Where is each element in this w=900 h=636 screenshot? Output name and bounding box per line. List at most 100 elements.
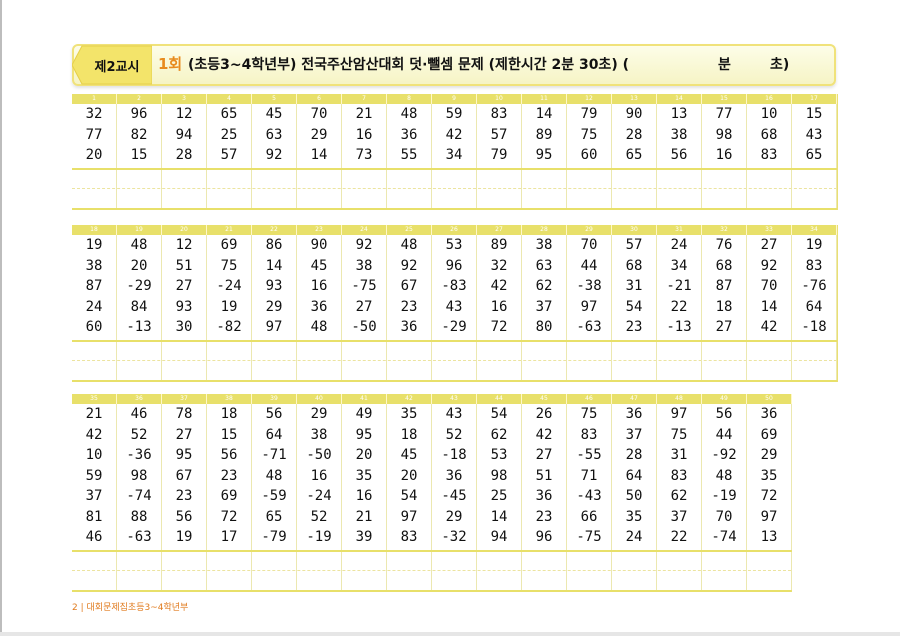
problem-value: 42 xyxy=(490,278,508,294)
answer-cell-divider xyxy=(296,169,297,208)
problem-column: 53 96 -83 43 -29 xyxy=(432,235,477,340)
problem-value: 96 xyxy=(130,106,148,122)
problem-value: 19 xyxy=(175,529,193,545)
problem-column: 19 83 -76 64 -18 xyxy=(792,235,837,340)
problem-value: 19 xyxy=(220,298,238,315)
problem-value: 95 xyxy=(535,147,553,163)
problem-value: 44 xyxy=(715,426,733,443)
problem-value: 20 xyxy=(130,257,148,274)
problem-value: 78 xyxy=(175,406,193,422)
problem-value: 70 xyxy=(760,278,778,294)
footer-text: 대회문제집초등3~4학년부 xyxy=(86,603,189,613)
problem-value: 87 xyxy=(715,278,733,294)
problem-value: 56 xyxy=(715,406,733,422)
problem-value: 93 xyxy=(265,278,283,294)
problem-value: 44 xyxy=(580,257,598,274)
answer-cell-divider xyxy=(791,169,792,208)
problem-value: 28 xyxy=(625,126,643,143)
answer-cell-divider xyxy=(296,551,297,590)
problem-number: 7 xyxy=(342,94,387,104)
answer-cell-divider xyxy=(161,551,162,590)
problem-value: 95 xyxy=(175,447,193,463)
problem-value: 59 xyxy=(445,106,463,122)
problem-value: -38 xyxy=(576,278,602,294)
problem-column: 27 92 70 14 42 xyxy=(747,235,792,340)
problem-number: 43 xyxy=(432,394,477,404)
problem-value: 39 xyxy=(355,529,373,545)
problem-value: 63 xyxy=(265,126,283,143)
problem-value: 42 xyxy=(445,126,463,143)
problem-value: -92 xyxy=(711,447,737,463)
problem-value: 38 xyxy=(670,126,688,143)
problem-value: 72 xyxy=(490,319,508,335)
problem-number: 14 xyxy=(657,94,702,104)
problem-value: 72 xyxy=(220,508,238,525)
problem-value: 83 xyxy=(760,147,778,163)
problem-value: -13 xyxy=(126,319,152,335)
problem-column: 78 27 95 67 23 56 19 xyxy=(162,404,207,550)
problem-value: -75 xyxy=(576,529,602,545)
problem-number: 44 xyxy=(477,394,522,404)
problem-value: 17 xyxy=(220,529,238,545)
problem-value: 50 xyxy=(625,488,643,504)
problem-value: -83 xyxy=(441,278,467,294)
problem-column: 48 92 67 23 36 xyxy=(387,235,432,340)
answer-cell-divider xyxy=(341,341,342,380)
problem-value: 23 xyxy=(175,488,193,504)
problem-number: 26 xyxy=(432,225,477,235)
problem-value: 22 xyxy=(670,529,688,545)
problem-value: 51 xyxy=(535,467,553,484)
problem-value: 65 xyxy=(265,508,283,525)
problem-column: 29 38 -50 16 -24 52 -19 xyxy=(297,404,342,550)
answer-row[interactable] xyxy=(72,167,837,210)
answer-guide-line xyxy=(72,187,837,189)
problem-value: -43 xyxy=(576,488,602,504)
problem-number: 36 xyxy=(117,394,162,404)
answer-cell-divider xyxy=(566,341,567,380)
problem-value: 14 xyxy=(760,298,778,315)
problem-column: 45 63 92 xyxy=(252,104,297,168)
problem-value: 48 xyxy=(400,237,418,253)
problem-column: 36 69 29 35 72 97 13 xyxy=(747,404,792,550)
problem-value: 54 xyxy=(400,488,418,504)
problem-column: 96 82 15 xyxy=(117,104,162,168)
problem-value: 46 xyxy=(85,529,103,545)
problem-value: 93 xyxy=(175,298,193,315)
problem-value: 27 xyxy=(715,319,733,335)
problem-value: 38 xyxy=(85,257,103,274)
answer-cell-divider xyxy=(746,169,747,208)
problem-value: 83 xyxy=(805,257,823,274)
problem-value: 27 xyxy=(535,447,553,463)
problem-value: 62 xyxy=(535,278,553,294)
answer-cell-divider xyxy=(386,169,387,208)
answer-row[interactable] xyxy=(72,339,837,382)
problem-column: 77 98 16 xyxy=(702,104,747,168)
problem-number: 29 xyxy=(567,225,612,235)
problem-value: 64 xyxy=(625,467,643,484)
problem-value: 36 xyxy=(400,126,418,143)
problem-column: 48 36 55 xyxy=(387,104,432,168)
problem-value: 83 xyxy=(490,106,508,122)
answer-cell-divider xyxy=(341,551,342,590)
problem-value: 69 xyxy=(220,488,238,504)
answer-cell-divider xyxy=(701,169,702,208)
problem-value: 96 xyxy=(535,529,553,545)
problem-column: 18 15 56 23 69 72 17 xyxy=(207,404,252,550)
answer-row[interactable] xyxy=(72,549,792,592)
problem-block-2: 18 19 20 21 22 23 24 25 26 27 28 29 30 31 32 33 34 19 38 87… xyxy=(72,225,838,382)
problem-value: 36 xyxy=(625,406,643,422)
problem-value: 35 xyxy=(400,406,418,422)
problem-value: 16 xyxy=(310,467,328,484)
answer-cell-divider xyxy=(386,551,387,590)
problem-value: 38 xyxy=(310,426,328,443)
problem-value: 43 xyxy=(805,126,823,143)
problem-value: -13 xyxy=(666,319,692,335)
problem-value: 16 xyxy=(310,278,328,294)
problem-number: 11 xyxy=(522,94,567,104)
problem-column: 56 64 -71 48 -59 65 -79 xyxy=(252,404,297,550)
problem-value: 79 xyxy=(490,147,508,163)
problem-number: 30 xyxy=(612,225,657,235)
problem-value: 65 xyxy=(220,106,238,122)
answer-cell-divider xyxy=(566,169,567,208)
problem-value: 54 xyxy=(490,406,508,422)
